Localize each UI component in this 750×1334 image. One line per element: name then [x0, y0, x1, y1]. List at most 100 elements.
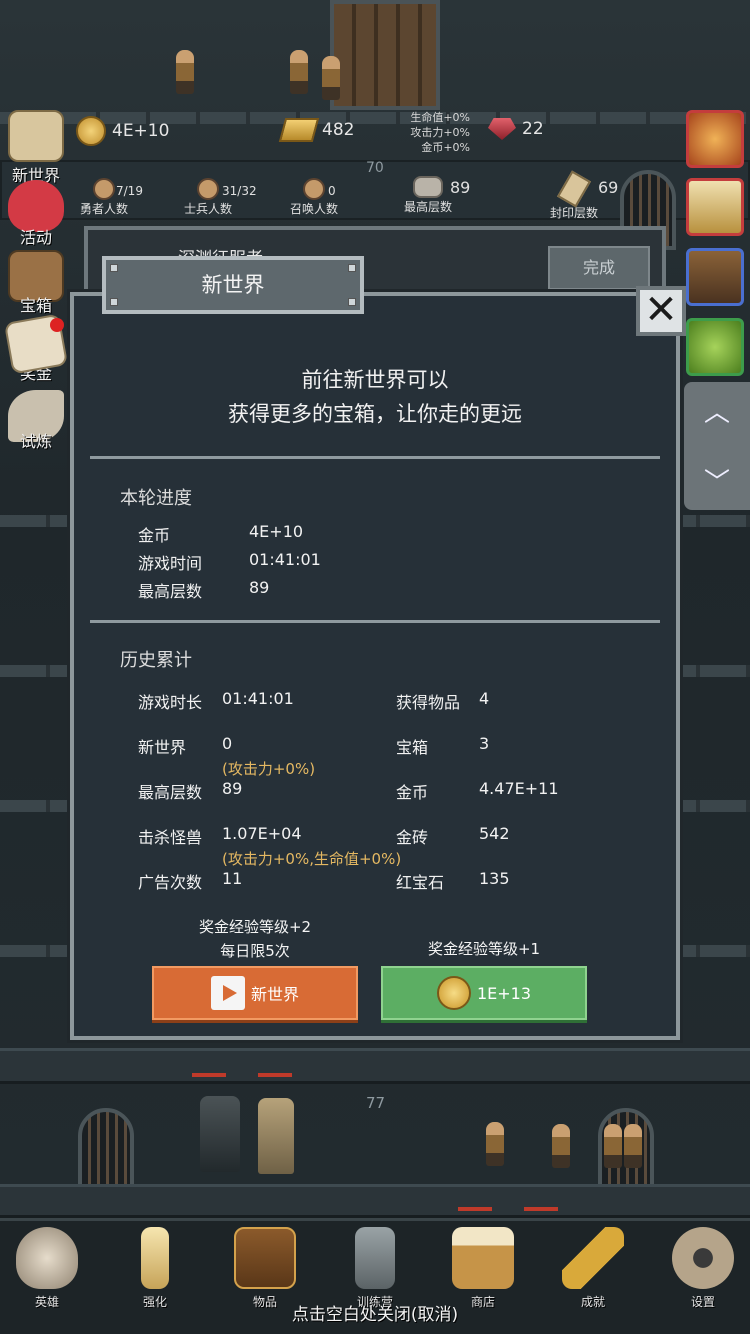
health-bar [458, 1207, 492, 1211]
round-time-label: 游戏时间 [138, 554, 203, 573]
health-bar [192, 1073, 226, 1077]
round-progress-title: 本轮进度 [120, 488, 192, 509]
summon-count: 0 召唤人数 [284, 178, 344, 217]
castle-door [330, 0, 440, 110]
barrel-item-icon[interactable] [686, 248, 744, 306]
scroll-icon [556, 170, 592, 208]
history-kills-bonus: (攻击力+0%,生命值+0%) [222, 850, 402, 868]
ruby-counter: 22 [488, 118, 544, 140]
history-coins-label: 金币 [396, 783, 429, 802]
history-chests-value: 3 [479, 734, 490, 753]
divider [90, 456, 660, 459]
history-ads-value: 11 [222, 869, 243, 888]
hero-face-icon [93, 178, 115, 200]
lantern-icon [355, 1227, 395, 1289]
history-max-floor-value: 89 [222, 779, 243, 798]
new-world-menu-button[interactable]: 新世界 [2, 110, 70, 186]
history-items-value: 4 [479, 689, 490, 708]
dialog-headline-line1: 前往新世界可以 [301, 368, 449, 392]
scroll-up-arrow-icon[interactable]: ︿ [702, 398, 732, 428]
slime-item-icon[interactable] [686, 318, 744, 376]
history-gold-label: 金砖 [396, 828, 429, 847]
history-new-world-bonus: (攻击力+0%) [222, 760, 316, 778]
floor-number: 77 [366, 1094, 386, 1112]
chest-menu-button[interactable]: 宝箱 [2, 250, 70, 316]
rivet [110, 264, 118, 272]
ad-button-caption-2: 每日限5次 [220, 942, 290, 960]
coin-icon [436, 976, 471, 1010]
history-coins-value: 4.47E+11 [479, 779, 559, 798]
history-chests-label: 宝箱 [396, 738, 429, 757]
round-max-floor-label: 最高层数 [138, 582, 203, 601]
nav-upgrade[interactable]: 强化 [110, 1227, 200, 1310]
candle-icon [141, 1227, 169, 1289]
floor-band [0, 1048, 750, 1084]
history-ruby-label: 红宝石 [396, 873, 445, 892]
max-floor-count: 89 最高层数 [403, 176, 471, 214]
reward-item-icon[interactable] [686, 110, 744, 168]
hero-sprite [176, 50, 194, 94]
close-icon[interactable]: ✕ [636, 286, 686, 336]
history-title: 历史累计 [120, 650, 192, 671]
hero-sprite [486, 1122, 504, 1166]
history-items-label: 获得物品 [396, 693, 461, 712]
nav-settings[interactable]: 设置 [658, 1227, 748, 1310]
bonus-menu-button[interactable]: 奖金 [2, 313, 70, 384]
history-new-world-label: 新世界 [138, 738, 187, 757]
hero-sprite [624, 1124, 642, 1168]
candle-item-icon[interactable] [686, 178, 744, 236]
quest-complete-button[interactable]: 完成 [548, 246, 650, 290]
stone-icon [413, 176, 443, 198]
nav-hero[interactable]: 英雄 [2, 1227, 92, 1310]
gear-icon [672, 1227, 734, 1289]
history-kills-value: 1.07E+04 [222, 824, 302, 843]
summon-face-icon [303, 178, 325, 200]
scroll-down-arrow-icon[interactable]: ﹀ [702, 468, 732, 498]
soldier-face-icon [197, 178, 219, 200]
history-playtime-label: 游戏时长 [138, 693, 203, 712]
ruby-icon [488, 118, 516, 140]
rivet [110, 298, 118, 306]
history-ads-label: 广告次数 [138, 873, 203, 892]
history-ruby-value: 135 [479, 869, 510, 888]
bonus-list: 生命值+0% 攻击力+0% 金币+0% [410, 111, 470, 154]
coin-new-world-button[interactable]: 1E+13 [381, 966, 587, 1020]
gold-bar-icon [278, 118, 320, 142]
hero-sprite [552, 1124, 570, 1168]
round-coins-value: 4E+10 [249, 522, 304, 541]
shadow-monster-sprite [200, 1096, 240, 1172]
rivet [348, 298, 356, 306]
beer-mug-icon [452, 1227, 514, 1289]
nav-items[interactable]: 物品 [220, 1227, 310, 1310]
hero-sprite [322, 56, 340, 100]
round-max-floor-value: 89 [249, 578, 270, 597]
dialog-title: 新世界 [102, 256, 364, 314]
health-bar [258, 1073, 292, 1077]
map-icon [8, 110, 64, 162]
nav-achievements[interactable]: 成就 [548, 1227, 638, 1310]
hero-sprite [290, 50, 308, 94]
soldier-count: 31/32 士兵人数 [178, 178, 257, 217]
seal-floor-count: 69 封印层数 [546, 170, 618, 221]
notification-dot [50, 318, 64, 332]
rivet [348, 264, 356, 272]
tap-to-close-hint[interactable]: 点击空白处关闭(取消) [0, 1300, 750, 1325]
dialog-headline-line2: 获得更多的宝箱，让你走的更远 [228, 402, 522, 426]
gate [78, 1108, 134, 1188]
watch-ad-new-world-button[interactable]: 新世界 [152, 966, 358, 1020]
history-max-floor-label: 最高层数 [138, 783, 203, 802]
hero-count: 7/19 勇者人数 [74, 178, 143, 217]
book-icon [234, 1227, 296, 1289]
trial-menu-button[interactable]: 试炼 [2, 390, 70, 452]
health-bar [524, 1207, 558, 1211]
nav-training[interactable]: 训练营 [330, 1227, 420, 1310]
floor-indicator: 70 [366, 160, 384, 176]
coin-counter: 4E+10 [76, 116, 169, 146]
event-menu-button[interactable]: 活动 [2, 180, 70, 248]
history-new-world-value: 0 [222, 734, 233, 753]
nav-shop[interactable]: 商店 [438, 1227, 528, 1310]
gold-counter: 482 [278, 118, 354, 142]
coin-button-caption: 奖金经验等级+1 [427, 940, 541, 958]
floor-band [0, 1184, 750, 1218]
floor-scroll-control: ︿ ﹀ [684, 382, 750, 510]
